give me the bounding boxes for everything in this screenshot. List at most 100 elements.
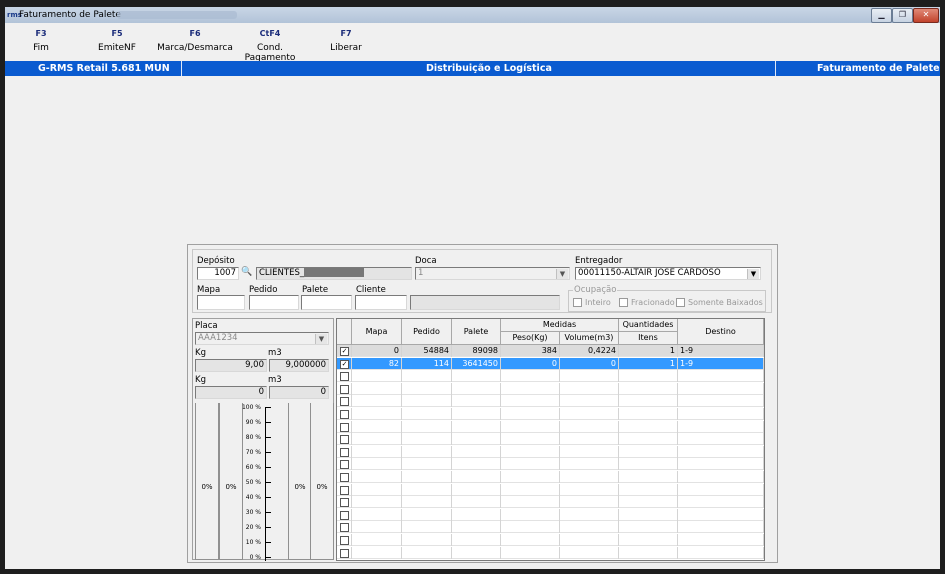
fracionado-checkbox[interactable]: Fracionado — [619, 298, 675, 307]
itens-cell — [619, 370, 678, 383]
mapa-input[interactable] — [197, 295, 245, 310]
row-check-cell[interactable] — [337, 382, 352, 395]
row-checkbox[interactable] — [340, 422, 349, 432]
table-row[interactable] — [337, 471, 764, 483]
row-checkbox[interactable] — [340, 498, 349, 508]
volume-column-header[interactable]: Volume(m3) — [560, 332, 619, 345]
pedido-cell — [402, 395, 452, 408]
row-checkbox[interactable] — [340, 460, 349, 470]
chevron-down-icon[interactable]: ▼ — [315, 334, 327, 344]
row-checkbox[interactable]: ✓ — [340, 359, 349, 369]
chevron-down-icon[interactable]: ▼ — [747, 269, 759, 279]
row-checkbox[interactable] — [340, 510, 349, 520]
main-panel: Depósito 1007 🔍 CLIENTES_ Doca 1 ▼ Entre… — [187, 244, 778, 563]
row-check-cell[interactable] — [337, 496, 352, 509]
table-row[interactable] — [337, 370, 764, 383]
table-row[interactable] — [337, 483, 764, 496]
row-checkbox[interactable] — [340, 447, 349, 457]
table-row[interactable] — [337, 546, 764, 559]
mapa-column-header[interactable]: Mapa — [352, 319, 402, 345]
row-check-cell[interactable] — [337, 420, 352, 433]
module-name: Distribuição e Logística — [426, 63, 552, 74]
somente-baixados-checkbox[interactable]: Somente Baixados — [676, 298, 763, 307]
checkbox-box[interactable] — [676, 298, 685, 307]
f7-liberar-button[interactable]: F7 Liberar — [327, 29, 365, 53]
peso-column-header[interactable]: Peso(Kg) — [501, 332, 560, 345]
row-checkbox[interactable] — [340, 372, 349, 382]
table-row[interactable] — [337, 420, 764, 433]
close-button[interactable]: ✕ — [913, 8, 939, 23]
f5-emitenf-button[interactable]: F5 EmiteNF — [95, 29, 139, 53]
table-row[interactable] — [337, 521, 764, 534]
row-check-cell[interactable] — [337, 546, 352, 559]
table-row[interactable] — [337, 382, 764, 395]
pedido-column-header[interactable]: Pedido — [402, 319, 452, 345]
row-check-cell[interactable] — [337, 370, 352, 383]
table-row[interactable] — [337, 534, 764, 546]
f3-fim-button[interactable]: F3 Fim — [25, 29, 57, 53]
f6-marca-desmarca-button[interactable]: F6 Marca/Desmarca — [157, 29, 233, 53]
row-checkbox[interactable] — [340, 473, 349, 482]
palete-column-header[interactable]: Palete — [452, 319, 501, 345]
table-row[interactable] — [337, 395, 764, 408]
row-check-cell[interactable] — [337, 483, 352, 496]
row-checkbox[interactable] — [340, 536, 349, 545]
row-checkbox[interactable] — [340, 523, 349, 533]
row-check-cell[interactable] — [337, 534, 352, 546]
placa-select[interactable]: AAA1234 ▼ — [195, 332, 329, 345]
row-checkbox[interactable] — [340, 435, 349, 445]
row-checkbox[interactable] — [340, 397, 349, 407]
palete-grid[interactable]: Mapa Pedido Palete Medidas Peso(Kg) Volu… — [336, 318, 765, 561]
cliente-input[interactable] — [355, 295, 407, 310]
row-checkbox[interactable] — [340, 384, 349, 394]
title-bar[interactable]: rms Faturamento de Palete ▁ ❐ ✕ — [5, 7, 940, 23]
row-check-cell[interactable] — [337, 521, 352, 534]
table-row[interactable] — [337, 408, 764, 420]
ctf4-cond-pagamento-button[interactable]: CtF4 Cond. Pagamento — [233, 29, 307, 63]
row-checkbox[interactable] — [340, 485, 349, 495]
row-check-cell[interactable]: ✓ — [337, 357, 352, 370]
entregador-select[interactable]: 00011150-ALTAIR JOSE CARDOSO ▼ — [575, 267, 761, 280]
scale-tick-label: 70 % — [245, 449, 261, 456]
table-row[interactable] — [337, 508, 764, 521]
destino-cell — [678, 471, 764, 483]
checkbox-box[interactable] — [619, 298, 628, 307]
table-row[interactable] — [337, 496, 764, 509]
row-check-cell[interactable] — [337, 508, 352, 521]
destino-column-header[interactable]: Destino — [678, 319, 764, 345]
row-checkbox[interactable] — [340, 548, 349, 558]
minimize-button[interactable]: ▁ — [871, 8, 892, 23]
chevron-down-icon[interactable]: ▼ — [556, 269, 568, 279]
binoculars-icon[interactable]: 🔍 — [241, 267, 252, 277]
scale-tick — [265, 482, 271, 483]
checkbox-box[interactable] — [573, 298, 582, 307]
table-row[interactable] — [337, 445, 764, 458]
row-checkbox[interactable] — [340, 410, 349, 419]
doca-select[interactable]: 1 ▼ — [415, 267, 570, 280]
row-checkbox[interactable]: ✓ — [340, 347, 349, 356]
row-check-cell[interactable] — [337, 471, 352, 483]
deposito-input[interactable]: 1007 — [197, 267, 239, 280]
peso-cell — [501, 433, 560, 446]
row-check-cell[interactable] — [337, 395, 352, 408]
restore-button[interactable]: ❐ — [892, 8, 913, 23]
pedido-cell — [402, 382, 452, 395]
row-check-cell[interactable] — [337, 445, 352, 458]
table-row[interactable] — [337, 433, 764, 446]
pedido-input[interactable] — [249, 295, 299, 310]
row-check-cell[interactable] — [337, 433, 352, 446]
window-title: Faturamento de Palete — [19, 10, 121, 20]
peso-cell — [501, 408, 560, 420]
row-check-cell[interactable] — [337, 408, 352, 420]
row-check-cell[interactable]: ✓ — [337, 345, 352, 357]
row-check-cell[interactable] — [337, 458, 352, 471]
table-row[interactable]: ✓ 82 114 3641450 0 0 1 1-9 — [337, 357, 764, 370]
palete-cell: 89098 — [452, 345, 501, 357]
table-row[interactable]: ✓ 0 54884 89098 384 0,4224 1 1-9 — [337, 345, 764, 357]
check-column-header — [337, 319, 352, 345]
inteiro-checkbox[interactable]: Inteiro — [573, 298, 611, 307]
itens-column-header[interactable]: Itens — [619, 332, 678, 345]
table-row[interactable] — [337, 458, 764, 471]
palete-input[interactable] — [301, 295, 352, 310]
m3-field: 9,000000 — [269, 359, 329, 372]
